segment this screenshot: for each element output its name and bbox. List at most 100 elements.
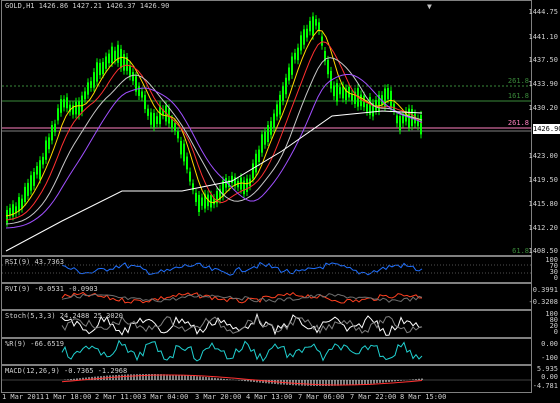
candle-body — [18, 197, 20, 212]
price-tick: 1412.20 — [528, 224, 558, 232]
price-tick: 1433.90 — [528, 80, 558, 88]
candle-body — [276, 104, 278, 117]
candle-body — [285, 77, 287, 95]
candle-body — [303, 29, 305, 45]
rsi-axis: 100 70 30 0 — [533, 256, 560, 283]
candle-body — [183, 143, 185, 162]
price-tick: 1430.20 — [528, 104, 558, 112]
candle-body — [180, 140, 182, 155]
candle-body — [102, 61, 104, 75]
candle-body — [75, 101, 77, 115]
candle-body — [327, 59, 329, 75]
candle-body — [366, 103, 368, 112]
candle-body — [387, 87, 389, 100]
stoch-label: Stoch(5,3,3) 24.2488 25.3020 — [5, 312, 124, 320]
axis-tick: 0.3991 — [532, 286, 558, 294]
candle-body — [297, 47, 299, 61]
candle-body — [84, 91, 86, 100]
macd-axis: 5.935 0.00 -4.781 — [533, 365, 560, 393]
symbol-info: GOLD,H1 1426.86 1427.21 1426.37 1426.90 — [5, 2, 170, 10]
candle-body — [87, 82, 89, 95]
current-price-label: 1426.90 — [533, 124, 560, 134]
candle-body — [96, 62, 98, 82]
axis-tick: 0.00 — [541, 373, 558, 381]
candle-body — [45, 140, 47, 160]
candle-body — [153, 113, 155, 128]
candle-body — [252, 163, 254, 179]
stoch-axis: 100 80 20 0 — [533, 310, 560, 338]
candle-body — [120, 48, 122, 68]
axis-tick: 5.935 — [536, 365, 558, 373]
wpr-pane[interactable]: %R(9) -66.6519 — [1, 338, 532, 365]
candle-body — [231, 175, 233, 183]
candle-body — [81, 95, 83, 113]
axis-tick: -4.781 — [532, 382, 558, 390]
candle-body — [159, 105, 161, 125]
candle-body — [39, 160, 41, 180]
candle-body — [54, 123, 56, 133]
candle-body — [264, 131, 266, 145]
rsi-pane[interactable]: RSI(9) 43.7363 — [1, 256, 532, 283]
chart-window[interactable]: GOLD,H1 1426.86 1427.21 1426.37 1426.90 … — [0, 0, 560, 403]
time-label: 7 Mar 22:00 — [350, 393, 397, 401]
candle-body — [57, 108, 59, 121]
candle-body — [321, 36, 323, 46]
candle-body — [66, 97, 68, 109]
time-label: 3 Mar 04:00 — [142, 393, 189, 401]
price-chart — [2, 12, 531, 252]
candle-body — [336, 83, 338, 102]
candle-body — [156, 116, 158, 124]
candle-body — [60, 99, 62, 113]
candle-body — [78, 101, 80, 116]
candle-body — [186, 156, 188, 170]
macd-pane[interactable]: MACD(12,26,9) -0.7365 -1.2968 — [1, 365, 532, 393]
price-pane[interactable]: GOLD,H1 1426.86 1427.21 1426.37 1426.90 … — [1, 0, 532, 256]
stoch-pane[interactable]: Stoch(5,3,3) 24.2488 25.3020 — [1, 310, 532, 338]
candle-body — [150, 112, 152, 125]
candle-body — [246, 178, 248, 192]
candle-body — [24, 186, 26, 203]
time-label: 7 Mar 06:00 — [298, 393, 345, 401]
candle-body — [243, 180, 245, 195]
candle-body — [93, 72, 95, 88]
price-tick: 1415.80 — [528, 200, 558, 208]
candle-body — [258, 149, 260, 163]
candle-body — [36, 166, 38, 175]
candle-body — [108, 53, 110, 64]
price-tick: 1423.00 — [528, 152, 558, 160]
candle-body — [141, 91, 143, 98]
fib-label-mid: 161.8 — [507, 92, 529, 100]
candle-body — [294, 52, 296, 60]
rsi-chart — [2, 261, 531, 276]
candle-body — [282, 86, 284, 102]
rvi-signal-line — [61, 293, 423, 303]
axis-tick: 0 — [553, 328, 558, 336]
price-tick: 1437.50 — [528, 56, 558, 64]
candle-body — [33, 172, 35, 186]
candle-body — [273, 113, 275, 129]
candle-body — [63, 99, 65, 108]
time-label: 3 Mar 20:00 — [195, 393, 242, 401]
rvi-pane[interactable]: RVI(9) -0.0531 -0.0903 — [1, 283, 532, 310]
axis-tick: 0.00 — [541, 340, 558, 348]
time-label: 1 Mar 18:00 — [45, 393, 92, 401]
wpr-line — [61, 339, 423, 362]
candle-body — [114, 50, 116, 61]
candle-body — [312, 16, 314, 36]
candle-body — [315, 19, 317, 26]
axis-tick: -0.3208 — [528, 298, 558, 306]
candle-body — [309, 20, 311, 32]
candle-body — [195, 192, 197, 203]
candle-body — [399, 116, 401, 131]
close-indicator-icon[interactable]: ▼ — [427, 2, 432, 11]
candle-body — [288, 67, 290, 81]
candle-body — [390, 90, 392, 109]
wpr-axis: 0.00 -100 — [533, 338, 560, 365]
time-label: 2 Mar 11:00 — [95, 393, 142, 401]
fib-label-top: 261.8 — [507, 77, 529, 85]
time-label: 4 Mar 13:00 — [246, 393, 293, 401]
candle-body — [27, 182, 29, 196]
candle-body — [279, 94, 281, 115]
candle-body — [339, 87, 341, 95]
candle-body — [177, 131, 179, 139]
